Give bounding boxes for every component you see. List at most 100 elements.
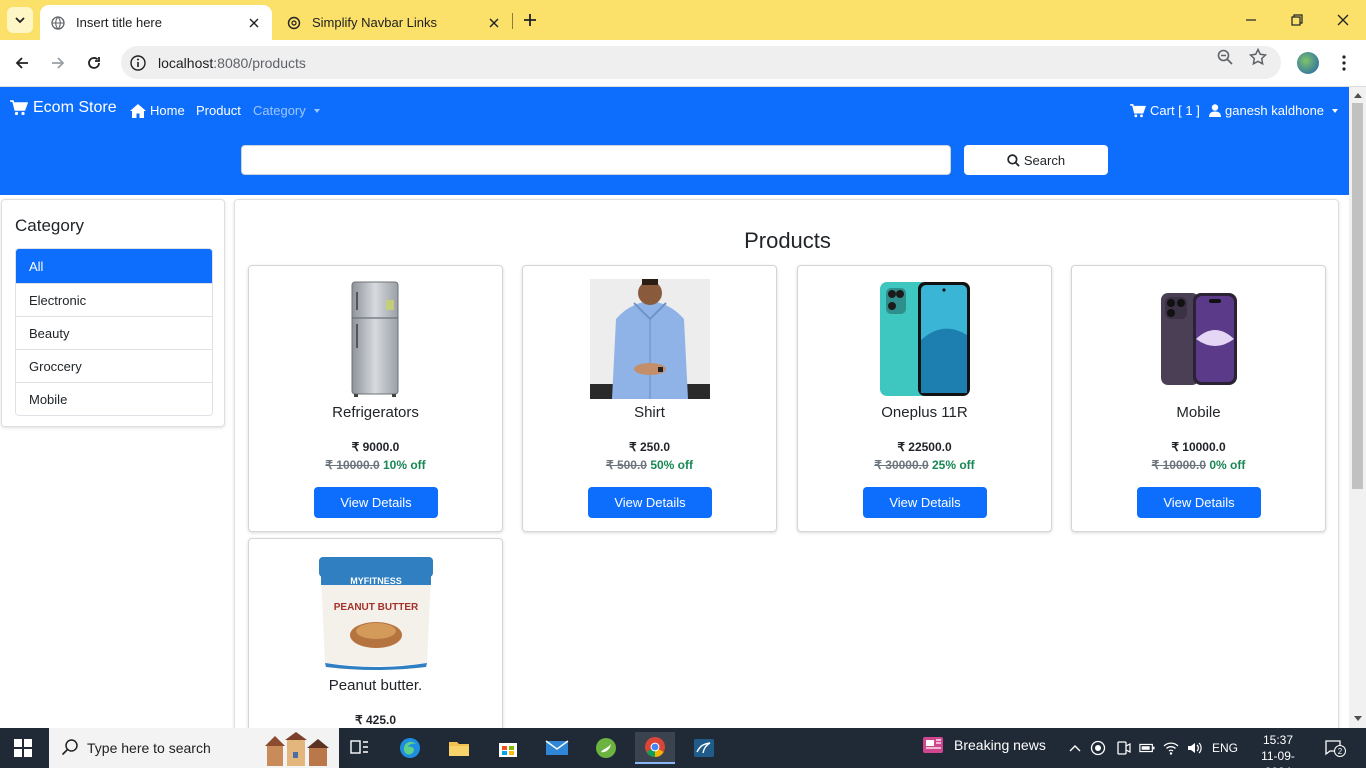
volume-icon[interactable] bbox=[1187, 740, 1203, 756]
product-search-input[interactable] bbox=[241, 145, 951, 175]
product-name: Refrigerators bbox=[332, 404, 419, 421]
discount-text: 10% off bbox=[383, 458, 426, 472]
search-icon bbox=[61, 738, 79, 759]
original-price: ₹ 10000.0 bbox=[1151, 458, 1206, 472]
product-card: Oneplus 11R ₹ 22500.0 ₹ 30000.0 25% off … bbox=[797, 265, 1052, 532]
windows-taskbar: Type here to search Breaking news ENG 15… bbox=[0, 728, 1366, 779]
battery-icon[interactable] bbox=[1139, 740, 1155, 756]
nav-user-dropdown[interactable]: ganesh kaldhone bbox=[1209, 103, 1339, 118]
iphone-image bbox=[1139, 279, 1259, 399]
view-details-button[interactable]: View Details bbox=[1137, 487, 1261, 518]
shirt-image bbox=[590, 279, 710, 399]
cart-icon bbox=[10, 100, 28, 116]
site-info-icon[interactable] bbox=[130, 54, 146, 71]
original-price: ₹ 500.0 bbox=[605, 458, 647, 472]
address-bar[interactable]: localhost:8080/products bbox=[121, 46, 1281, 79]
product-discount-line: ₹ 30000.0 25% off bbox=[798, 458, 1051, 472]
scrollbar-thumb[interactable] bbox=[1352, 103, 1363, 489]
file-explorer-icon[interactable] bbox=[439, 732, 479, 764]
nav-home[interactable]: Home bbox=[130, 103, 185, 118]
product-name: Shirt bbox=[634, 404, 665, 421]
product-name: Mobile bbox=[1176, 404, 1221, 421]
home-icon bbox=[130, 103, 146, 118]
nav-product[interactable]: Product bbox=[196, 103, 241, 118]
category-item-beauty[interactable]: Beauty bbox=[16, 316, 212, 349]
user-icon bbox=[1209, 104, 1221, 117]
forward-button[interactable] bbox=[45, 50, 71, 76]
product-price: ₹ 250.0 bbox=[629, 440, 670, 454]
tab-title: Simplify Navbar Links bbox=[312, 15, 437, 30]
globe-icon bbox=[50, 15, 66, 31]
reload-button[interactable] bbox=[81, 50, 107, 76]
brand-text: Ecom Store bbox=[33, 99, 117, 116]
profile-avatar[interactable] bbox=[1297, 52, 1319, 74]
brand-link[interactable]: Ecom Store bbox=[10, 99, 117, 117]
microsoft-store-icon[interactable] bbox=[488, 732, 528, 764]
browser-menu-icon[interactable] bbox=[1334, 52, 1354, 74]
product-card: Refrigerators ₹ 9000.0 ₹ 10000.0 10% off… bbox=[248, 265, 503, 532]
nav-cart[interactable]: Cart [ 1 ] bbox=[1130, 103, 1200, 118]
mysql-workbench-icon[interactable] bbox=[684, 732, 724, 764]
notification-center-icon[interactable]: 2 bbox=[1324, 739, 1346, 757]
notification-count: 2 bbox=[1338, 747, 1343, 756]
new-tab-button[interactable] bbox=[520, 10, 540, 30]
browser-tab-active[interactable]: Insert title here bbox=[40, 5, 272, 40]
chrome-icon[interactable] bbox=[635, 732, 675, 764]
product-card: Shirt ₹ 250.0 ₹ 500.0 50% off View Detai… bbox=[522, 265, 777, 532]
close-window-button[interactable] bbox=[1331, 8, 1355, 32]
meet-now-icon[interactable] bbox=[1115, 740, 1131, 756]
product-discount-line: ₹ 10000.0 10% off bbox=[249, 458, 502, 472]
record-icon[interactable] bbox=[1090, 740, 1106, 756]
caret-down-icon bbox=[1332, 108, 1339, 113]
edge-icon[interactable] bbox=[390, 732, 430, 764]
close-tab-icon[interactable] bbox=[246, 15, 262, 31]
browser-tab-inactive[interactable]: Simplify Navbar Links bbox=[276, 5, 512, 40]
news-widget[interactable]: Breaking news bbox=[922, 736, 1046, 754]
view-details-button[interactable]: View Details bbox=[314, 487, 438, 518]
clock-time: 15:37 bbox=[1262, 733, 1294, 747]
scroll-up-arrow-icon[interactable] bbox=[1353, 91, 1362, 100]
chevron-up-icon[interactable] bbox=[1067, 740, 1083, 756]
page-scrollbar[interactable] bbox=[1349, 87, 1366, 728]
wifi-icon[interactable] bbox=[1163, 740, 1179, 756]
category-list: All Electronic Beauty Groccery Mobile bbox=[15, 248, 213, 416]
scroll-down-arrow-icon[interactable] bbox=[1353, 714, 1362, 723]
nav-category-dropdown[interactable]: Category bbox=[253, 103, 320, 118]
view-details-button[interactable]: View Details bbox=[863, 487, 987, 518]
product-name: Oneplus 11R bbox=[881, 404, 968, 421]
task-view-icon[interactable] bbox=[340, 732, 380, 764]
fridge-image bbox=[316, 279, 436, 399]
reload-icon bbox=[88, 57, 100, 69]
product-price: ₹ 425.0 bbox=[355, 713, 396, 727]
tab-search-button[interactable] bbox=[7, 7, 33, 33]
search-button[interactable]: Search bbox=[964, 145, 1108, 175]
language-indicator[interactable]: ENG bbox=[1212, 741, 1238, 755]
category-item-electronic[interactable]: Electronic bbox=[16, 283, 212, 316]
category-item-mobile[interactable]: Mobile bbox=[16, 382, 212, 415]
product-card: MYFITNESS PEANUT BUTTER Peanut butter. ₹… bbox=[248, 538, 503, 728]
discount-text: 0% off bbox=[1209, 458, 1246, 472]
discount-text: 50% off bbox=[650, 458, 694, 472]
windows-start-button[interactable] bbox=[14, 739, 32, 757]
close-tab-icon[interactable] bbox=[486, 15, 502, 31]
caret-down-icon bbox=[313, 108, 320, 113]
plus-icon bbox=[524, 14, 536, 26]
spring-tool-suite-icon[interactable] bbox=[586, 732, 626, 764]
category-item-all[interactable]: All bbox=[16, 249, 212, 283]
zoom-icon[interactable] bbox=[1216, 48, 1234, 66]
original-price: ₹ 10000.0 bbox=[325, 458, 380, 472]
news-text: Breaking news bbox=[954, 737, 1046, 753]
view-details-button[interactable]: View Details bbox=[588, 487, 712, 518]
back-button[interactable] bbox=[9, 50, 35, 76]
product-price: ₹ 22500.0 bbox=[897, 440, 952, 454]
browser-toolbar: localhost:8080/products bbox=[0, 40, 1366, 87]
bookmark-star-icon[interactable] bbox=[1249, 48, 1267, 66]
mail-icon[interactable] bbox=[537, 732, 577, 764]
restore-button[interactable] bbox=[1285, 8, 1309, 32]
taskbar-clock[interactable]: 15:37 11-09-2024 bbox=[1252, 732, 1304, 780]
discount-text: 25% off bbox=[932, 458, 975, 472]
minimize-button[interactable] bbox=[1239, 8, 1263, 32]
taskbar-search-box[interactable]: Type here to search bbox=[49, 728, 339, 768]
products-heading: Products bbox=[744, 228, 831, 253]
category-item-groccery[interactable]: Groccery bbox=[16, 349, 212, 382]
